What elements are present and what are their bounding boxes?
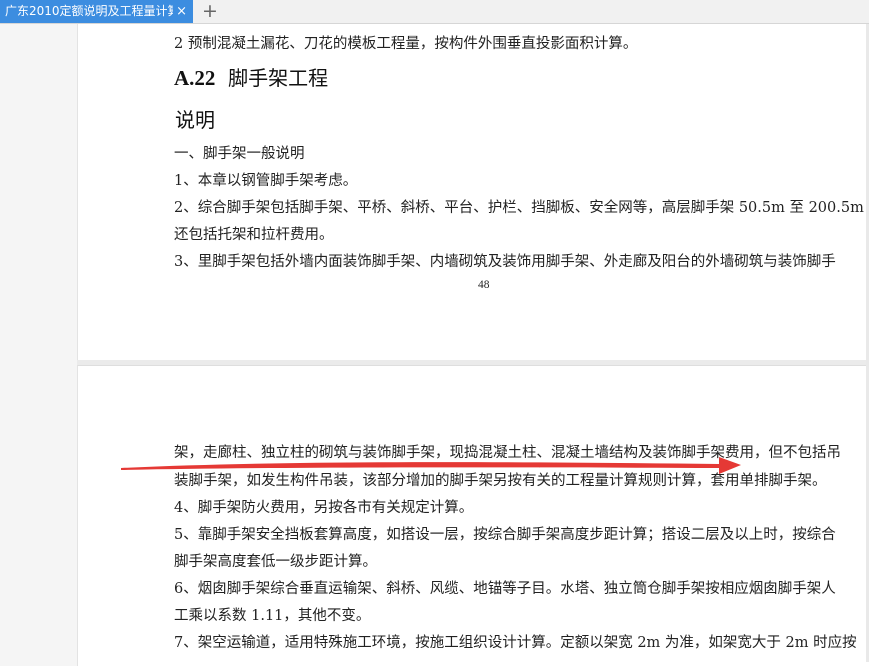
close-icon[interactable]: × — [176, 0, 187, 23]
text-line: 7、架空运输道，适用特殊施工环境，按施工组织设计计算。定额以架宽 2m 为准，如… — [174, 635, 857, 651]
text-line: 脚手架高度套低一级步距计算。 — [174, 554, 377, 570]
section-heading: A.22 脚手架工程 — [174, 62, 328, 91]
text-line: 一、脚手架一般说明 — [174, 146, 305, 162]
tab-title: 广东2010定额说明及工程量计算 — [5, 4, 173, 18]
section-title: 脚手架工程 — [228, 66, 329, 90]
tab-bar: 广东2010定额说明及工程量计算 × + — [0, 0, 869, 24]
page-48: 2 预制混凝土漏花、刀花的模板工程量，按构件外围垂直投影面积计算。 A.22 脚… — [77, 24, 869, 361]
text-line: 5、靠脚手架安全挡板套算高度，如搭设一层，按综合脚手架高度步距计算；搭设二层及以… — [174, 527, 836, 543]
text-line: 6、烟囱脚手架综合垂直运输架、斜桥、风缆、地锚等子目。水塔、独立筒仓脚手架按相应… — [174, 581, 836, 597]
text-line: 2、综合脚手架包括脚手架、平桥、斜桥、平台、护栏、挡脚板、安全网等，高层脚手架 … — [174, 200, 864, 216]
document-tab[interactable]: 广东2010定额说明及工程量计算 × — [0, 0, 193, 23]
text-line: 2 预制混凝土漏花、刀花的模板工程量，按构件外围垂直投影面积计算。 — [174, 36, 638, 52]
document-viewer[interactable]: 2 预制混凝土漏花、刀花的模板工程量，按构件外围垂直投影面积计算。 A.22 脚… — [0, 24, 869, 666]
text-line: 3、里脚手架包括外墙内面装饰脚手架、内墙砌筑及装饰用脚手架、外走廊及阳台的外墙砌… — [174, 254, 836, 270]
page-49: 架，走廊柱、独立柱的砌筑与装饰脚手架，现捣混凝土柱、混凝土墙结构及装饰脚手架费用… — [77, 365, 869, 666]
text-line: 工乘以系数 1.11，其他不变。 — [174, 608, 371, 624]
text-line: 1、本章以钢管脚手架考虑。 — [174, 173, 358, 189]
annotation-arrow — [121, 457, 741, 474]
text-line: 4、脚手架防火费用，另按各市有关规定计算。 — [174, 500, 474, 516]
text-line: 还包括托架和拉杆费用。 — [174, 227, 334, 243]
section-number: A.22 — [174, 66, 216, 90]
explain-heading: 说明 — [175, 108, 215, 132]
page-number: 48 — [478, 279, 490, 291]
new-tab-icon[interactable]: + — [202, 0, 218, 23]
